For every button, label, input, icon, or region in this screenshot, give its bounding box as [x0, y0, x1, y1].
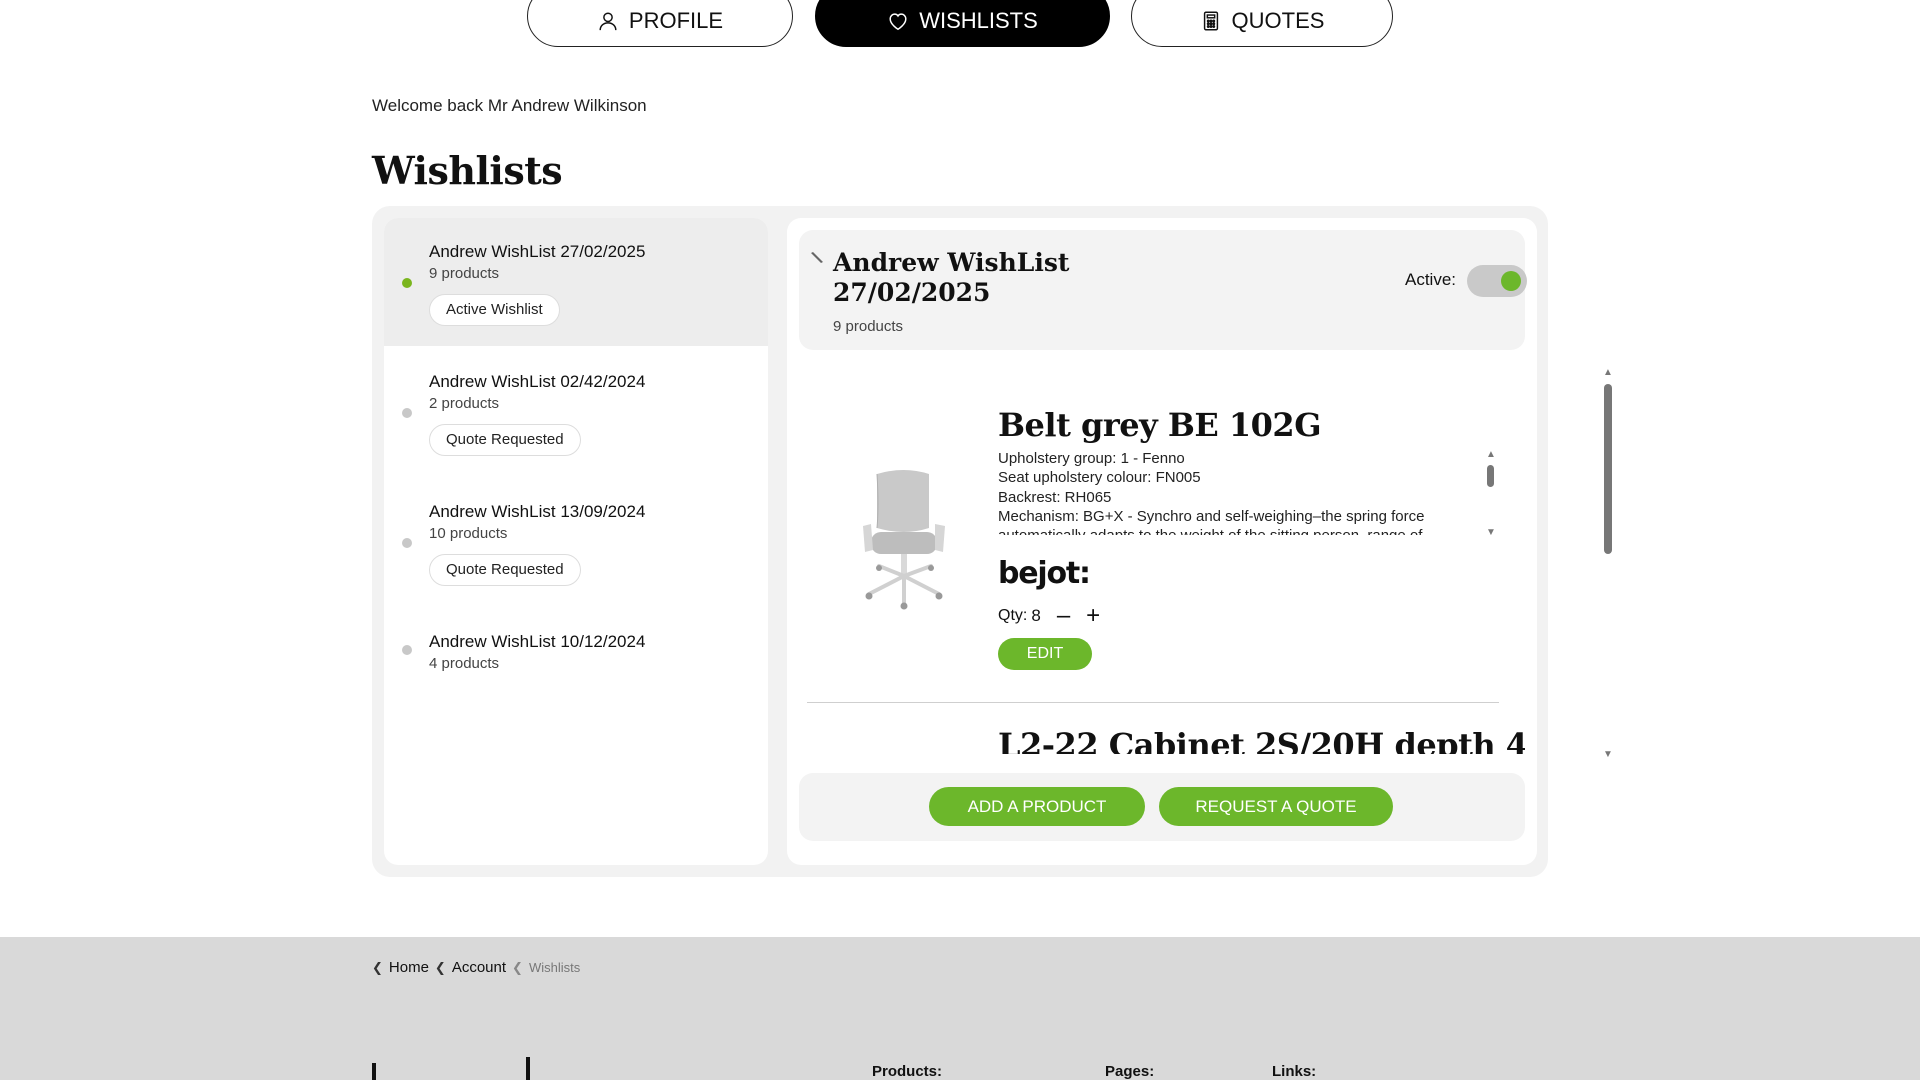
breadcrumb: ❮ Home ❮ Account ❮ Wishlists	[372, 959, 580, 976]
wishlist-product-count: 9 products	[833, 318, 904, 335]
scroll-down-icon[interactable]: ▼	[1603, 750, 1613, 760]
wishlist-name: Andrew WishList 02/42/2024	[429, 372, 646, 391]
scroll-up-icon[interactable]: ▲	[1603, 368, 1613, 378]
wishlist-detail: Andrew WishList 27/02/2025 9 products Ac…	[787, 218, 1537, 865]
breadcrumb-home[interactable]: Home	[389, 959, 429, 976]
pencil-icon[interactable]	[809, 250, 825, 266]
status-badge: Quote Requested	[429, 424, 581, 456]
footer-heading-pages: Pages:	[1105, 1063, 1155, 1080]
product-name: L2-22 Cabinet 2S/20H depth 42	[998, 726, 1525, 754]
status-badge: Active Wishlist	[429, 294, 560, 326]
wishlist-product-count: 4 products	[429, 655, 500, 672]
tab-profile[interactable]: PROFILE	[527, 0, 793, 47]
products-scrollbar[interactable]: ▲ ▼	[1600, 368, 1614, 768]
active-toggle[interactable]	[1467, 265, 1527, 297]
minus-icon[interactable]: –	[1057, 604, 1070, 628]
add-product-button[interactable]: ADD A PRODUCT	[929, 787, 1145, 826]
wishlist-list: Andrew WishList 27/02/2025 9 products Ac…	[384, 218, 768, 865]
qty-label: Qty:	[998, 607, 1028, 624]
wishlist-item[interactable]: Andrew WishList 02/42/2024 2 products Qu…	[384, 348, 768, 476]
wishlist-product-count: 2 products	[429, 395, 500, 412]
divider	[807, 702, 1499, 703]
active-status-dot	[402, 278, 412, 288]
tab-profile-label: PROFILE	[628, 8, 724, 33]
product-name: Belt grey BE 102G	[998, 406, 1322, 444]
wishlist-title: Andrew WishList 27/02/2025	[833, 248, 1070, 307]
footer: ❮ Home ❮ Account ❮ Wishlists Products: P…	[0, 937, 1920, 1080]
chevron-left-icon: ❮	[512, 959, 523, 975]
scrollbar-thumb[interactable]	[1487, 465, 1494, 487]
wishlist-item[interactable]: Andrew WishList 10/12/2024 4 products	[384, 608, 768, 688]
account-tabs: PROFILE WISHLISTS QUOTES	[0, 0, 1920, 47]
footer-heading-links: Links:	[1272, 1063, 1317, 1080]
qty-value: 8	[1031, 606, 1041, 625]
chevron-left-icon: ❮	[434, 959, 446, 975]
quantity-stepper: Qty: 8 – +	[998, 604, 1100, 628]
spec-line: Upholstery group: 1 - Fenno	[998, 450, 1185, 467]
breadcrumb-current: Wishlists	[528, 960, 581, 975]
toggle-knob	[1501, 271, 1521, 291]
scroll-down-icon[interactable]: ▼	[1486, 528, 1496, 538]
product-list: Belt grey BE 102G Upholstery group: 1 - …	[799, 366, 1525, 754]
specs-scrollbar[interactable]: ▲ ▼	[1485, 450, 1496, 540]
status-dot	[402, 645, 412, 655]
scroll-up-icon[interactable]: ▲	[1486, 450, 1496, 460]
status-dot	[402, 408, 412, 418]
wishlist-item[interactable]: Andrew WishList 13/09/2024 10 products Q…	[384, 478, 768, 606]
wishlist-actions: ADD A PRODUCT REQUEST A QUOTE	[799, 773, 1525, 841]
tab-wishlists[interactable]: WISHLISTS	[815, 0, 1110, 47]
tab-quotes[interactable]: QUOTES	[1131, 0, 1393, 47]
request-quote-button[interactable]: REQUEST A QUOTE	[1159, 787, 1393, 826]
plus-icon[interactable]: +	[1086, 604, 1100, 628]
scrollbar-thumb[interactable]	[1604, 384, 1612, 554]
heart-icon	[889, 13, 907, 31]
wishlist-product-count: 9 products	[429, 265, 500, 282]
user-icon	[599, 12, 617, 31]
spec-line: Backrest: RH065	[998, 488, 1112, 506]
wishlist-detail-header: Andrew WishList 27/02/2025 9 products Ac…	[799, 230, 1527, 350]
status-badge: Quote Requested	[429, 554, 581, 586]
welcome-message: Welcome back Mr Andrew Wilkinson	[372, 96, 647, 115]
wishlist-name: Andrew WishList 10/12/2024	[429, 632, 646, 651]
edit-button[interactable]: EDIT	[998, 638, 1092, 670]
status-dot	[402, 538, 412, 548]
product-specs: Upholstery group: 1 - Fenno Seat upholst…	[998, 449, 1476, 535]
active-label: Active:	[1405, 270, 1457, 289]
chevron-left-icon: ❮	[372, 959, 383, 975]
calculator-icon	[1203, 11, 1218, 31]
spec-line: Seat upholstery colour: FN005	[998, 469, 1201, 487]
page-title: Wishlists	[372, 148, 563, 193]
breadcrumb-account[interactable]: Account	[452, 959, 506, 976]
tab-wishlists-label: WISHLISTS	[919, 8, 1038, 33]
wishlist-name: Andrew WishList 13/09/2024	[429, 502, 646, 521]
wishlists-panel: Andrew WishList 27/02/2025 9 products Ac…	[372, 206, 1613, 877]
spec-line: Mechanism: BG+X - Synchro and self-weigh…	[998, 507, 1425, 535]
tab-quotes-label: QUOTES	[1231, 8, 1325, 33]
brand-logo: bejot:	[998, 556, 1091, 591]
footer-logo[interactable]	[372, 1055, 572, 1080]
product-image	[863, 470, 945, 610]
wishlist-name: Andrew WishList 27/02/2025	[429, 242, 646, 261]
wishlist-item[interactable]: Andrew WishList 27/02/2025 9 products Ac…	[384, 218, 768, 346]
footer-heading-products: Products:	[872, 1063, 943, 1080]
wishlist-product-count: 10 products	[429, 525, 508, 542]
